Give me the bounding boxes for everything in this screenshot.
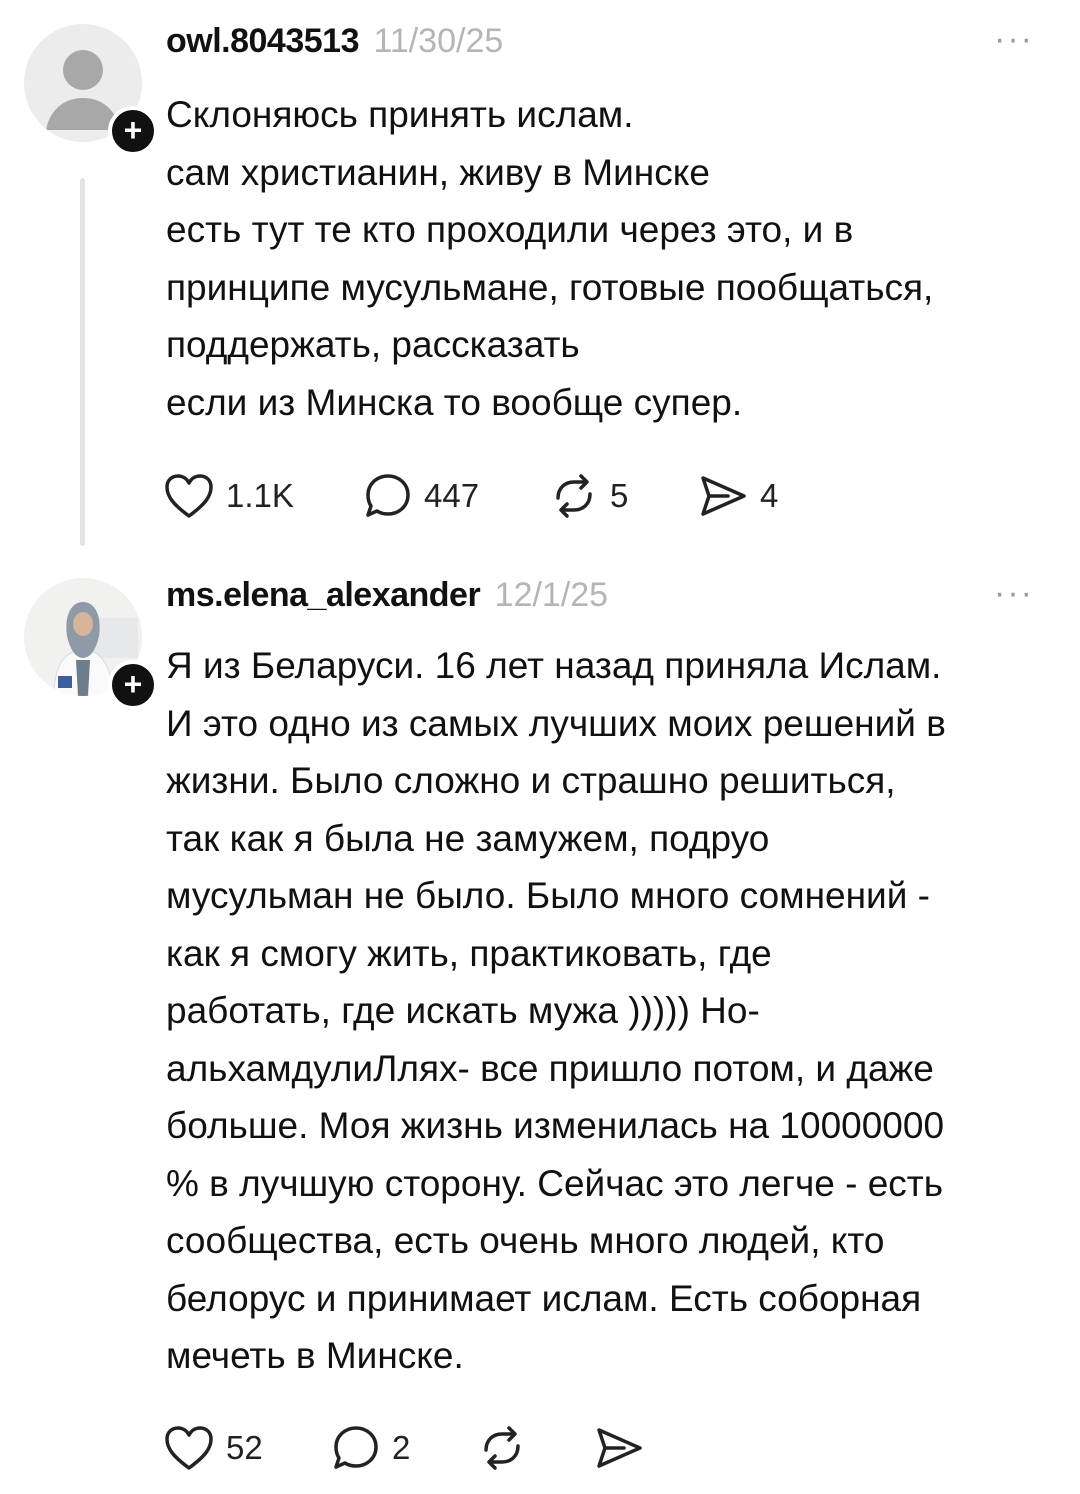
- reply-button[interactable]: 447: [364, 466, 479, 526]
- post-text: Склоняюсь принять ислам. сам христианин,…: [166, 94, 934, 423]
- like-button[interactable]: 1.1K: [164, 466, 294, 526]
- username[interactable]: ms.elena_alexander: [166, 576, 481, 614]
- share-button[interactable]: [594, 1418, 644, 1478]
- share-button[interactable]: 4: [698, 466, 778, 526]
- send-icon: [597, 1428, 642, 1468]
- username[interactable]: owl.8043513: [166, 22, 359, 60]
- reply-button[interactable]: 2: [332, 1418, 410, 1478]
- post-date: 12/1/25: [494, 576, 609, 614]
- more-options-button[interactable]: ···: [994, 576, 1034, 610]
- post-date: 11/30/25: [373, 22, 504, 60]
- repost-button[interactable]: [478, 1418, 526, 1478]
- reply-count: 447: [424, 477, 480, 514]
- thread-line: [80, 178, 85, 546]
- like-count: 1.1K: [226, 477, 294, 514]
- like-button[interactable]: 52: [164, 1418, 263, 1478]
- post-header: owl.8043513 11/30/25: [166, 22, 503, 68]
- post-header: ms.elena_alexander 12/1/25: [166, 576, 608, 622]
- follow-plus-button[interactable]: +: [108, 660, 158, 710]
- repost-icon: [484, 1426, 520, 1470]
- comment-icon: [366, 474, 410, 517]
- repost-count: 5: [610, 477, 629, 514]
- avatar-owl[interactable]: +: [24, 24, 158, 156]
- share-count: 4: [760, 477, 779, 514]
- comment-icon: [334, 1426, 378, 1469]
- heart-icon: [165, 474, 213, 518]
- heart-icon: [165, 1426, 213, 1470]
- more-options-button[interactable]: ···: [994, 22, 1034, 56]
- follow-plus-button[interactable]: +: [108, 106, 158, 156]
- repost-button[interactable]: 5: [550, 466, 628, 526]
- post-owl: + owl.8043513 11/30/25 ··· Склоняюсь при…: [0, 0, 1080, 560]
- repost-icon: [556, 474, 592, 518]
- send-icon: [701, 476, 746, 516]
- post-elena: + ms.elena_alexander 12/1/25 ··· Я из Бе…: [0, 560, 1080, 1494]
- avatar-elena[interactable]: +: [24, 578, 158, 710]
- post-text: Я из Беларуси. 16 лет назад приняла Исла…: [166, 645, 946, 1376]
- like-count: 52: [226, 1429, 263, 1466]
- reply-count: 2: [392, 1429, 411, 1466]
